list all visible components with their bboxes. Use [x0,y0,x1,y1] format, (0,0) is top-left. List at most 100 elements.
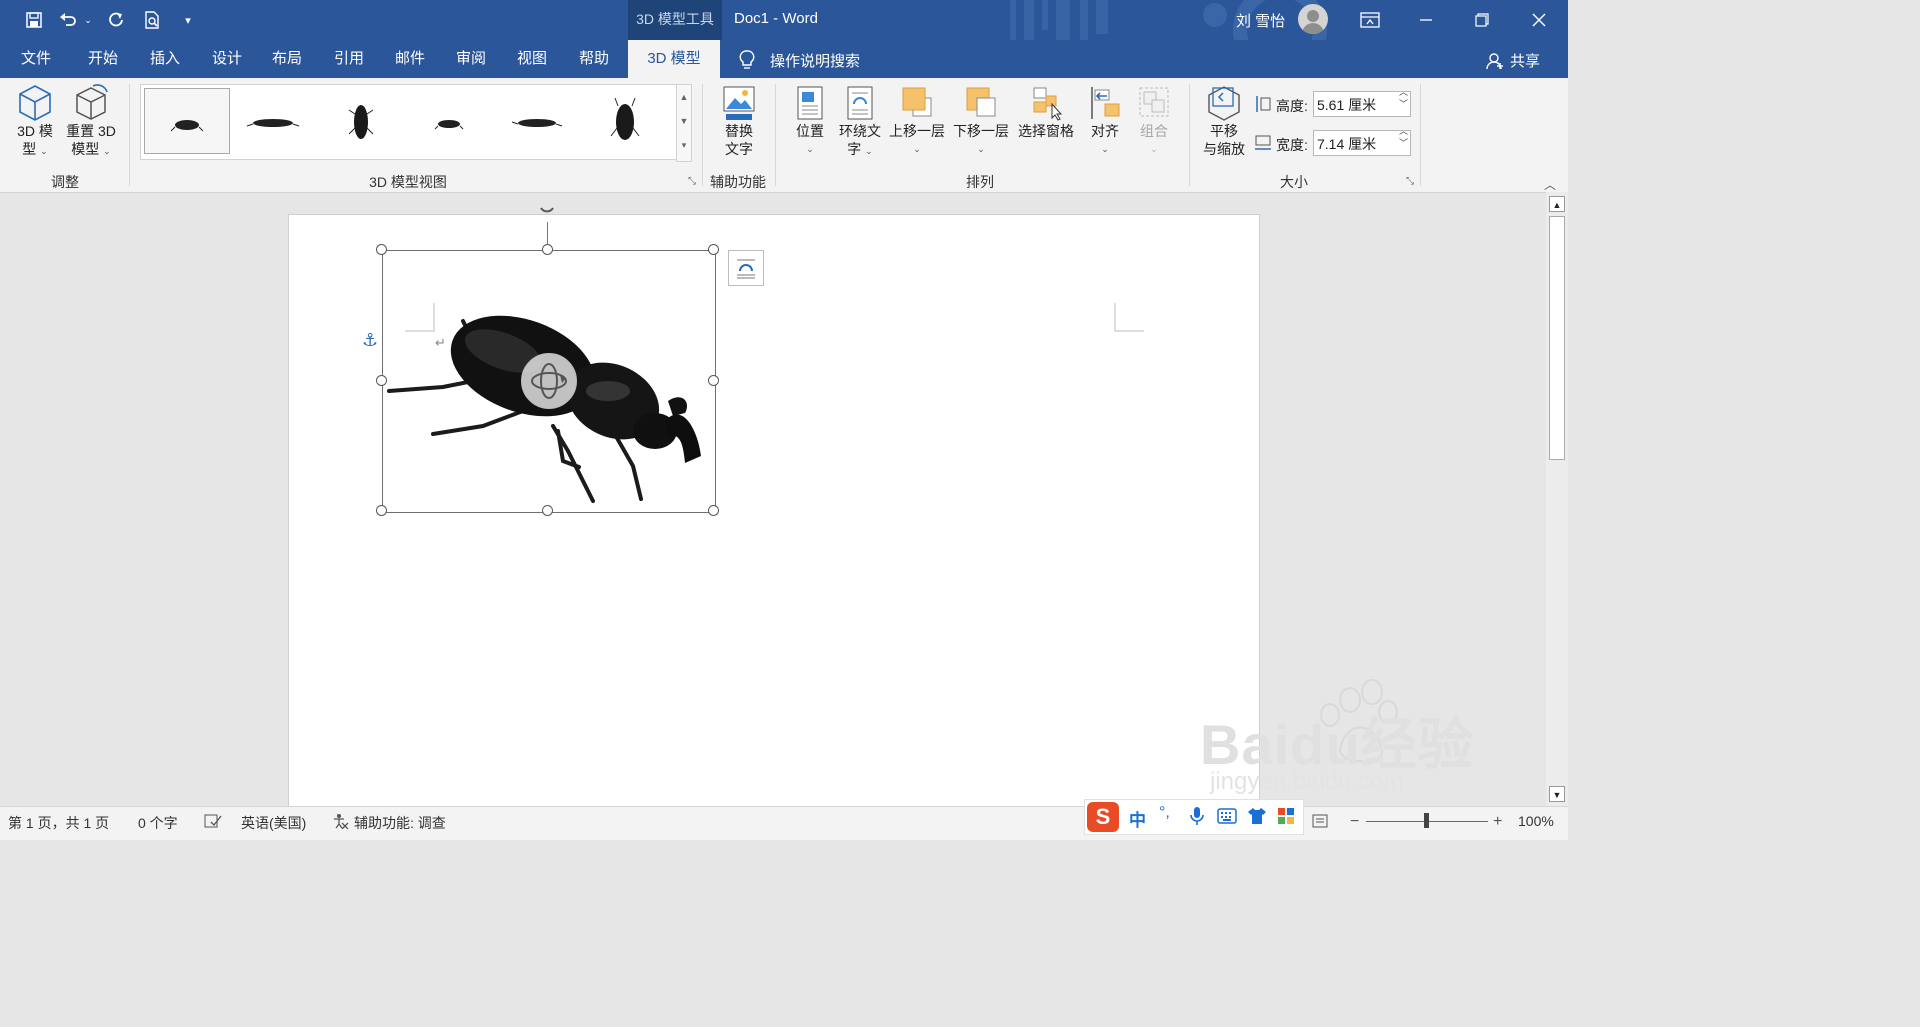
group-separator [775,84,776,186]
zoom-level[interactable]: 100% [1518,813,1554,829]
alt-text-button[interactable]: 替换 文字 [712,84,766,158]
vertical-scrollbar[interactable]: ▲ ▼ [1546,192,1568,806]
resize-handle-top-left[interactable] [376,244,387,255]
width-icon [1254,134,1272,155]
view-thumbnail[interactable] [319,88,403,152]
user-name[interactable]: 刘 雪怡 [1236,10,1285,31]
focus-mode-icon[interactable] [1312,813,1330,832]
size-dialog-launcher-icon[interactable]: ⤡ [1406,176,1414,187]
accessibility-icon[interactable] [332,813,350,832]
width-field[interactable]: 7.14 厘米 ︿ ﹀ [1313,126,1411,156]
tab-3d-model[interactable]: 3D 模型 [628,40,720,78]
align-button[interactable]: 对齐 ⌄ [1084,84,1126,158]
zoom-out-icon[interactable]: − [1350,813,1359,831]
group-objects-icon [1139,87,1169,117]
selection-pane-button[interactable]: 选择窗格 [1014,84,1078,140]
rotation-handle[interactable] [538,206,556,220]
resize-handle-top[interactable] [542,244,553,255]
save-icon[interactable] [22,8,46,32]
resize-handle-bottom[interactable] [542,505,553,516]
3d-model-button[interactable]: 3D 模 型 ⌄ [10,84,60,160]
dialog-launcher-icon[interactable]: ⤡ [688,176,696,187]
word-count[interactable]: 0 个字 [138,813,178,833]
microphone-icon[interactable] [1189,806,1205,829]
position-button[interactable]: 位置 ⌄ [788,84,832,158]
gallery-up-icon[interactable]: ▲ [677,85,691,109]
group-button[interactable]: 组合 ⌄ [1132,84,1176,158]
tab-file[interactable]: 文件 [8,40,64,78]
pan-zoom-button[interactable]: 平移 与缩放 [1198,84,1250,158]
tab-insert[interactable]: 插入 [136,40,194,78]
redo-icon[interactable] [104,8,128,32]
height-field[interactable]: 5.61 厘米 ︿ ﹀ [1313,87,1411,117]
page-count[interactable]: 第 1 页，共 1 页 [8,813,109,833]
accessibility-status[interactable]: 辅助功能: 调查 [354,813,446,833]
skin-shirt-icon[interactable] [1247,807,1267,828]
tab-view[interactable]: 视图 [503,40,561,78]
zoom-in-icon[interactable]: + [1493,813,1502,831]
keyboard-icon[interactable] [1217,808,1237,827]
tab-help[interactable]: 帮助 [565,40,623,78]
share-button[interactable]: 共享 [1510,50,1540,71]
resize-handle-right[interactable] [708,375,719,386]
resize-handle-bottom-left[interactable] [376,505,387,516]
3d-rotate-handle[interactable] [521,353,577,409]
tab-home[interactable]: 开始 [74,40,132,78]
ime-language-toggle[interactable]: 中 [1129,806,1146,831]
view-thumbnail[interactable] [583,88,667,152]
reset-3d-model-button[interactable]: 重置 3D 模型 ⌄ [62,84,120,160]
anchor-icon[interactable]: ⚓ [362,330,378,351]
pan-label-line2: 与缩放 [1203,141,1245,157]
tab-layout[interactable]: 布局 [258,40,316,78]
sogou-logo-icon[interactable]: S [1087,802,1119,832]
language-indicator[interactable]: 英语(美国) [241,813,306,833]
resize-handle-left[interactable] [376,375,387,386]
resize-handle-top-right[interactable] [708,244,719,255]
tell-me-search[interactable]: 操作说明搜索 [770,50,860,71]
gallery-more-icon[interactable]: ▾ [677,133,691,157]
height-spin-icon[interactable]: ︿ ﹀ [1399,86,1408,110]
width-spin-icon[interactable]: ︿ ﹀ [1399,125,1408,149]
avatar[interactable] [1298,4,1328,34]
close-icon[interactable] [1527,8,1551,32]
3d-model-object[interactable] [382,250,716,513]
view-thumbnail[interactable] [407,88,491,152]
zoom-slider-thumb[interactable] [1424,813,1429,828]
tab-design[interactable]: 设计 [198,40,256,78]
reset-label-line1: 重置 3D [66,123,116,139]
wrap-text-button[interactable]: 环绕文 字 ⌄ [836,84,884,160]
send-backward-icon [966,87,996,117]
restore-icon[interactable] [1470,8,1494,32]
scroll-down-icon[interactable]: ▼ [1549,786,1565,802]
customize-qat-icon[interactable]: ▾ [176,8,200,32]
undo-icon[interactable] [56,8,80,32]
layout-options-button[interactable] [728,250,764,286]
group-label-accessibility: 辅助功能 [710,174,766,190]
position-icon [797,86,823,120]
context-tool-label: 3D 模型工具 [628,0,722,40]
gallery-scroll[interactable]: ▲ ▼ ▾ [676,84,692,162]
tab-mailings[interactable]: 邮件 [381,40,439,78]
undo-dropdown-icon[interactable]: ⌄ [80,8,96,32]
view-thumbnail-selected[interactable] [144,88,230,154]
proofing-icon[interactable] [204,813,222,832]
send-backward-button[interactable]: 下移一层 ⌄ [950,84,1012,158]
group-label-arrange: 排列 [966,174,994,190]
gallery-down-icon[interactable]: ▼ [677,109,691,133]
punctuation-icon[interactable]: °, [1159,804,1170,822]
view-thumbnail[interactable] [231,88,315,152]
scroll-thumb[interactable] [1549,216,1565,460]
resize-handle-bottom-right[interactable] [708,505,719,516]
toolbox-grid-icon[interactable] [1277,807,1295,828]
print-preview-icon[interactable] [140,8,164,32]
ribbon-display-options-icon[interactable] [1358,8,1382,32]
tab-references[interactable]: 引用 [320,40,378,78]
bring-forward-button[interactable]: 上移一层 ⌄ [886,84,948,158]
ribbon: 3D 模 型 ⌄ 重置 3D 模型 ⌄ 调整 ▲ ▼ ▾ 3D 模型视图 ⤡ 替… [0,78,1568,193]
scroll-up-icon[interactable]: ▲ [1549,196,1565,212]
tab-review[interactable]: 审阅 [442,40,500,78]
minimize-icon[interactable] [1414,8,1438,32]
pan-label-line1: 平移 [1210,123,1238,139]
collapse-ribbon-icon[interactable]: ︿ [1544,176,1556,193]
view-thumbnail[interactable] [495,88,579,152]
